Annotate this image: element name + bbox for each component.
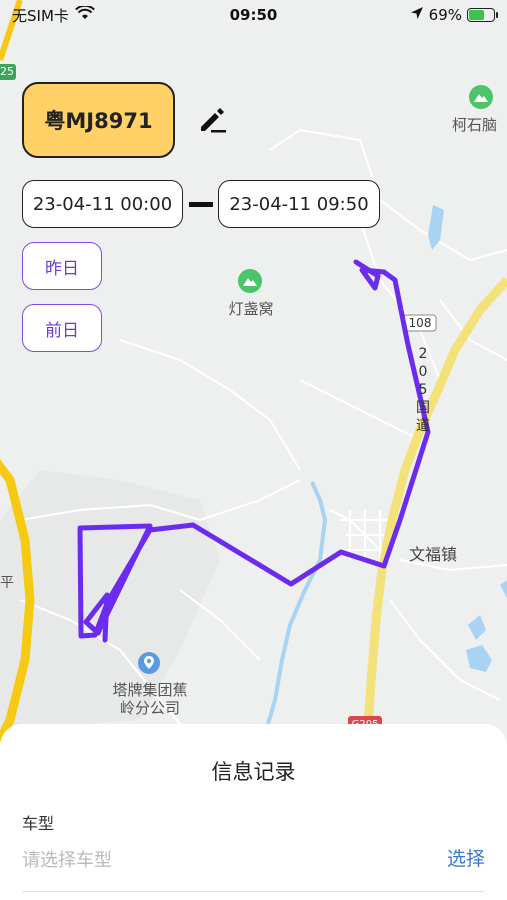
vehicle-type-label: 车型 (22, 814, 55, 833)
carrier-label: 无SIM卡 (12, 6, 69, 25)
battery-percent: 69% (428, 6, 462, 24)
end-datetime-field[interactable]: 23-04-11 09:50 (218, 180, 380, 228)
status-bar: 无SIM卡 09:50 69% (0, 0, 507, 30)
date-range-separator (189, 202, 213, 207)
yesterday-button[interactable]: 昨日 (22, 242, 102, 290)
map-label-town: 文福镇 (408, 545, 457, 564)
map-label-left-edge: 平 (0, 575, 14, 591)
vehicle-type-placeholder[interactable]: 请选择车型 (22, 846, 112, 872)
map-label-road-205: 2 0 5 国 道 (416, 346, 430, 434)
battery-icon (467, 8, 498, 22)
start-datetime-field[interactable]: 23-04-11 00:00 (22, 180, 183, 228)
map-label-poi-tapai-line2: 岭分公司 (119, 699, 180, 717)
location-arrow-icon (410, 6, 424, 24)
location-pin-icon (137, 651, 161, 681)
select-vehicle-type-button[interactable]: 选择 (447, 844, 485, 871)
map-label-poi-keshi: 柯石脑 (452, 116, 498, 134)
map-label-poi-dengzhan: 灯盏窝 (228, 300, 274, 318)
map-label-poi-tapai: 塔牌集团蕉 岭分公司 (98, 681, 202, 717)
day-before-yesterday-button[interactable]: 前日 (22, 304, 102, 352)
mountain-poi-icon (237, 268, 263, 298)
battery-level-fill (469, 10, 485, 20)
status-time: 09:50 (229, 6, 278, 24)
edit-pencil-icon[interactable] (196, 102, 230, 136)
map-label-poi-tapai-line1: 塔牌集团蕉 (112, 681, 188, 699)
road-shield-108-text: 108 (408, 316, 432, 330)
road-shield-25-text: 25 (0, 65, 14, 78)
mountain-poi-icon (468, 84, 494, 114)
field-divider (22, 891, 485, 892)
sheet-title: 信息记录 (211, 760, 296, 784)
wifi-icon (74, 4, 95, 25)
vehicle-plate-button[interactable]: 粤MJ8971 (22, 82, 175, 158)
info-record-sheet: 信息记录 车型 请选择车型 选择 (0, 724, 507, 900)
